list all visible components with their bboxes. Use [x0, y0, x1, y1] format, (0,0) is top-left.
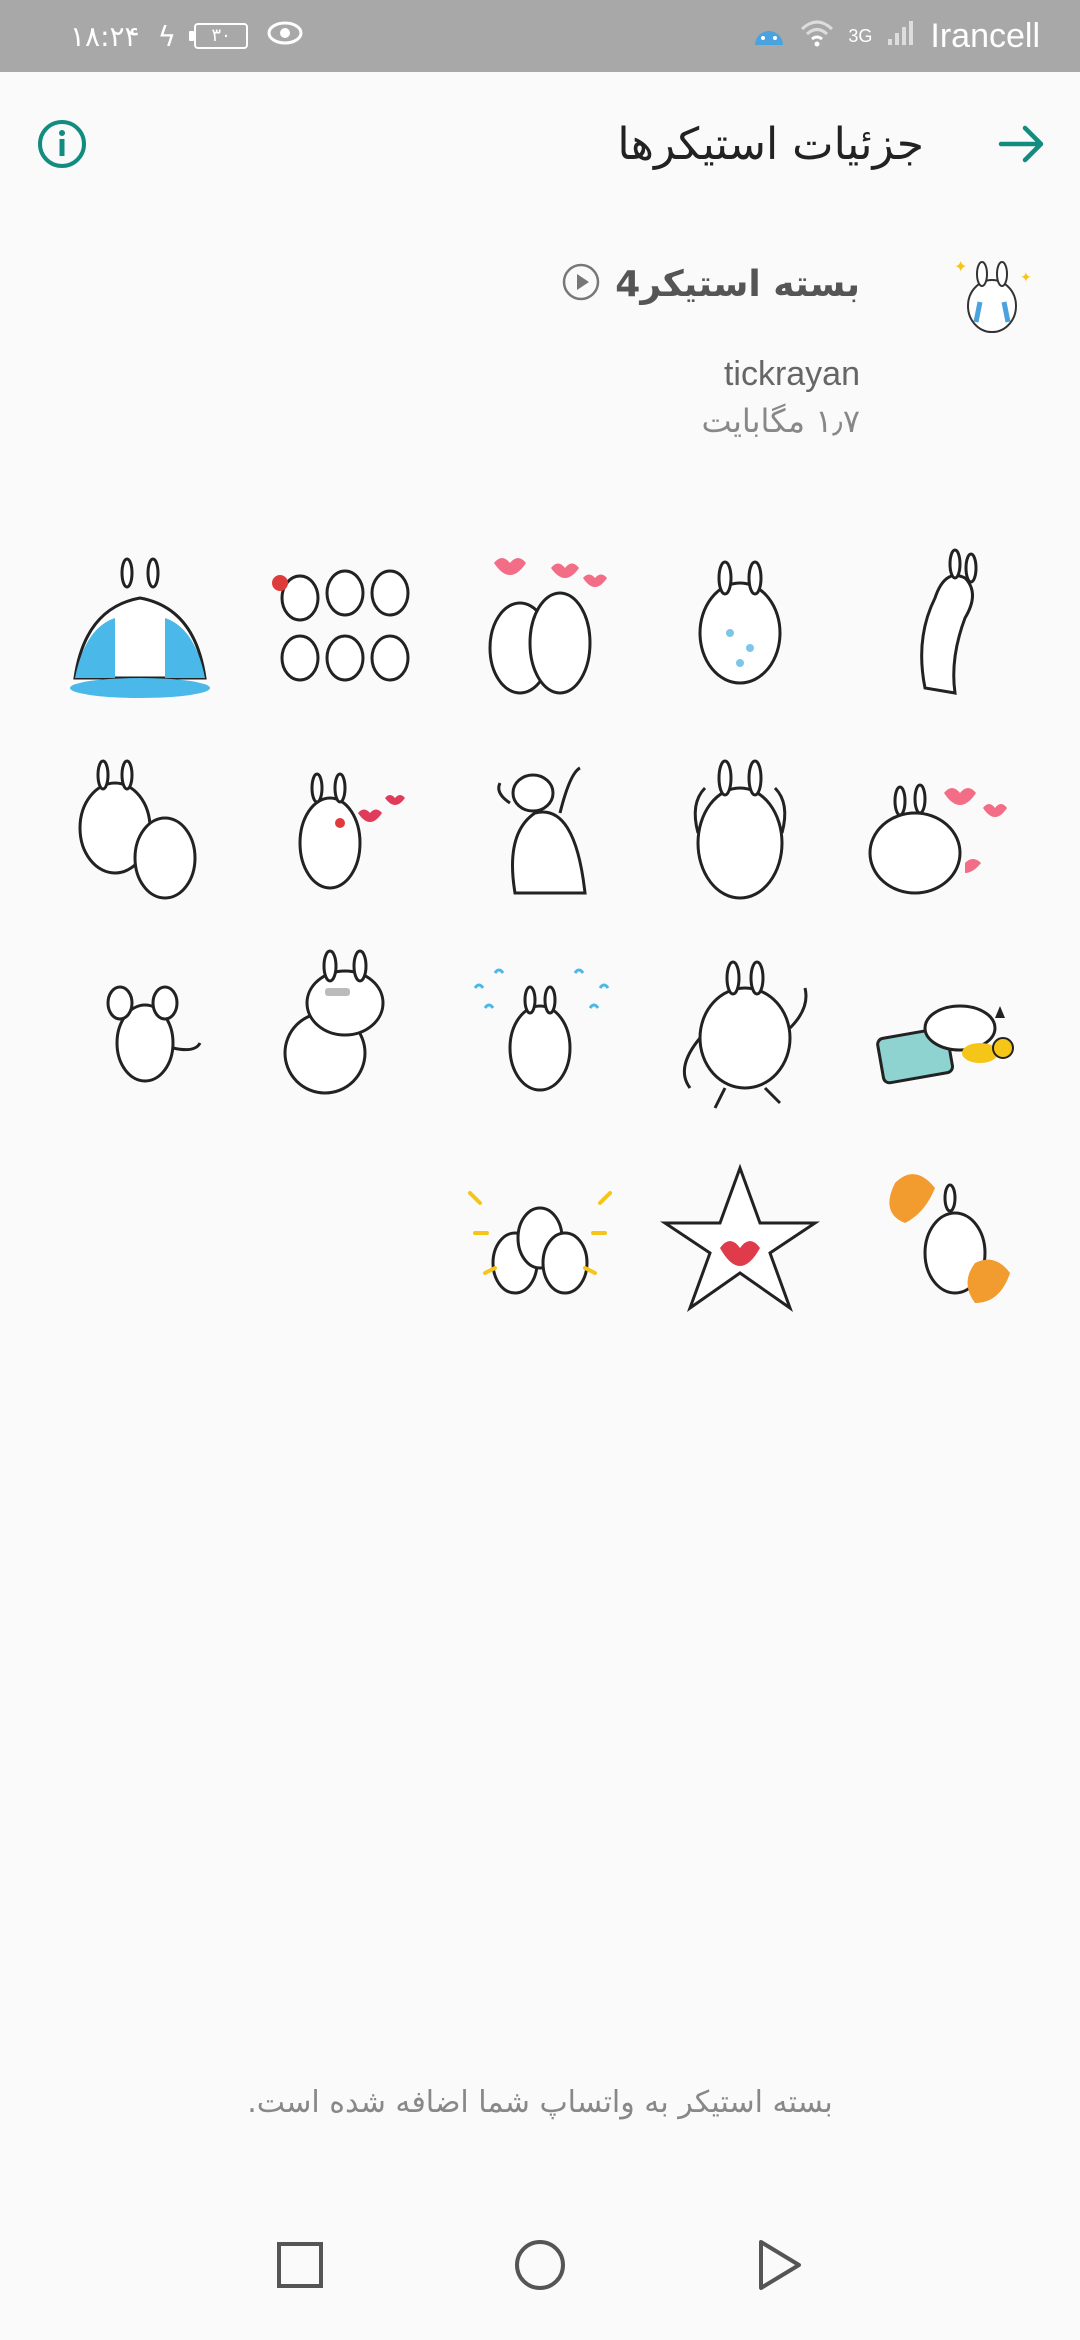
pack-name-row: بسته استیکر4 — [561, 262, 860, 306]
added-to-whatsapp-message: بسته استیکر به واتساپ شما اضافه شده است. — [247, 2085, 833, 2120]
svg-text:✦: ✦ — [1020, 270, 1032, 286]
status-bar: ۱۸:۲۴ ϟ ۳۰ 3G Irancell — [0, 0, 1080, 72]
pack-tray-icon: ✦ ✦ — [944, 250, 1040, 346]
eye-icon — [266, 19, 304, 54]
signal-icon — [886, 17, 916, 56]
sticker-11[interactable] — [840, 930, 1040, 1135]
sticker-12[interactable] — [640, 930, 840, 1135]
info-icon[interactable] — [34, 116, 90, 172]
circle-icon[interactable] — [510, 2235, 570, 2295]
battery-icon: ۳۰ — [189, 23, 249, 49]
status-left: ۱۸:۲۴ ϟ ۳۰ — [70, 19, 304, 54]
clock: ۱۸:۲۴ — [70, 19, 140, 53]
square-icon[interactable] — [270, 2235, 330, 2295]
sticker-18[interactable] — [440, 1135, 640, 1340]
sticker-2[interactable] — [640, 520, 840, 725]
sticker-17[interactable] — [640, 1135, 840, 1340]
sticker-grid — [40, 520, 1040, 1340]
charging-icon: ϟ — [157, 19, 177, 53]
carrier: Irancell — [930, 16, 1040, 55]
wifi-icon — [800, 17, 834, 56]
play-icon[interactable] — [561, 262, 601, 306]
app-bar: جزئیات استیکرها — [0, 72, 1080, 216]
sticker-8[interactable] — [440, 725, 640, 930]
status-right: 3G Irancell — [752, 17, 1040, 56]
sticker-9[interactable] — [240, 725, 440, 930]
sticker-5[interactable] — [40, 520, 240, 725]
sticker-4[interactable] — [240, 520, 440, 725]
sticker-10[interactable] — [40, 725, 240, 930]
sticker-13[interactable] — [440, 930, 640, 1135]
svg-text:✦: ✦ — [954, 257, 967, 276]
pack-size: ۱٫۷ مگابایت — [701, 402, 860, 440]
sticker-15[interactable] — [40, 930, 240, 1135]
sticker-14[interactable] — [240, 930, 440, 1135]
pack-publisher: tickrayan — [723, 355, 860, 393]
sticker-3[interactable] — [440, 520, 640, 725]
sticker-6[interactable] — [840, 725, 1040, 930]
navigation-bar — [0, 2190, 1080, 2340]
triangle-icon[interactable] — [750, 2235, 810, 2295]
sticker-1[interactable] — [840, 520, 1040, 725]
sticker-7[interactable] — [640, 725, 840, 930]
pack-name: بسته استیکر4 — [615, 263, 860, 305]
network-type: 3G — [848, 25, 873, 46]
android-icon — [752, 17, 786, 56]
page-title: جزئیات استیکرها — [617, 118, 924, 170]
pack-header: ✦ ✦ بسته استیکر4 tickrayan ۱٫۷ مگابایت — [40, 250, 1040, 450]
sticker-16[interactable] — [840, 1135, 1040, 1340]
arrow-right-icon[interactable] — [994, 116, 1050, 172]
